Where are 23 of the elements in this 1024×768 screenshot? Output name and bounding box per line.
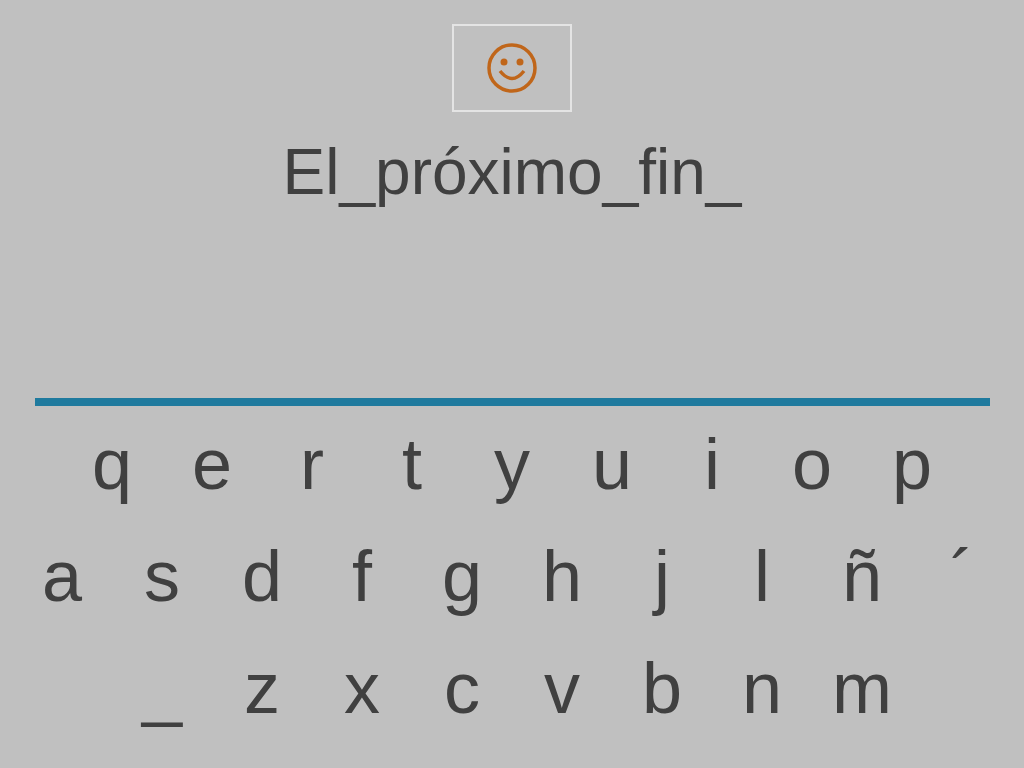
letter-key[interactable]: o bbox=[762, 428, 862, 500]
letter-key[interactable]: d bbox=[212, 540, 312, 612]
letter-key[interactable]: t bbox=[362, 428, 462, 500]
letter-key[interactable]: r bbox=[262, 428, 362, 500]
letter-key[interactable]: u bbox=[562, 428, 662, 500]
letter-key[interactable]: x bbox=[312, 652, 412, 724]
letter-key[interactable]: c bbox=[412, 652, 512, 724]
smiley-icon bbox=[486, 42, 538, 94]
letter-key[interactable]: m bbox=[812, 652, 912, 724]
letter-key[interactable]: z bbox=[212, 652, 312, 724]
letter-key[interactable]: h bbox=[512, 540, 612, 612]
letter-key[interactable]: f bbox=[312, 540, 412, 612]
letter-key[interactable]: l bbox=[712, 540, 812, 612]
letter-key[interactable]: ñ bbox=[812, 540, 912, 612]
letter-key[interactable]: i bbox=[662, 428, 762, 500]
smiley-button[interactable] bbox=[452, 24, 572, 112]
letter-key[interactable]: ´ bbox=[912, 540, 1012, 612]
letter-key[interactable]: n bbox=[712, 652, 812, 724]
letter-key[interactable]: v bbox=[512, 652, 612, 724]
letter-key[interactable]: b bbox=[612, 652, 712, 724]
letter-key[interactable]: e bbox=[162, 428, 262, 500]
letter-key[interactable]: a bbox=[12, 540, 112, 612]
letter-key[interactable]: s bbox=[112, 540, 212, 612]
